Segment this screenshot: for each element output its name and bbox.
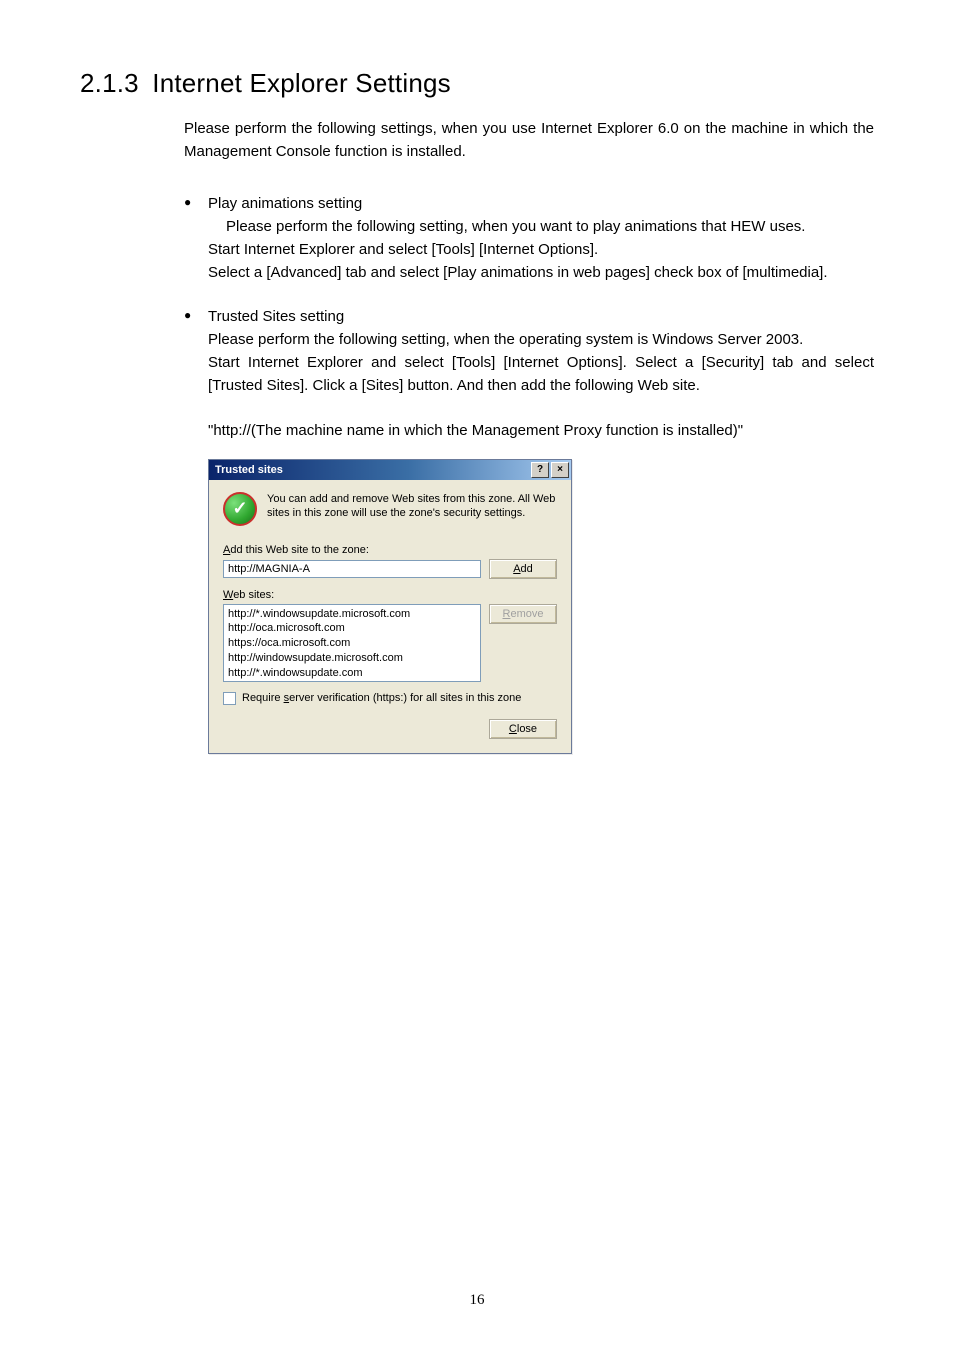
- list-item[interactable]: http://*.windowsupdate.microsoft.com: [228, 607, 476, 622]
- page-number: 16: [0, 1292, 954, 1309]
- remove-button[interactable]: Remove: [489, 604, 557, 624]
- section-number: 2.1.3: [80, 68, 139, 98]
- item-title: Play animations setting: [208, 192, 874, 215]
- trusted-sites-dialog: Trusted sites ? × ✓ You can add and remo…: [208, 459, 572, 754]
- list-item[interactable]: http://*.windowsupdate.com: [228, 666, 476, 681]
- item-title: Trusted Sites setting: [208, 305, 874, 328]
- list-item[interactable]: http://oca.microsoft.com: [228, 621, 476, 636]
- help-icon: ?: [537, 465, 543, 475]
- bullet-play-animations: Play animations setting Please perform t…: [184, 192, 874, 285]
- intro-paragraph: Please perform the following settings, w…: [80, 117, 874, 164]
- web-sites-label: Web sites:: [223, 589, 557, 601]
- close-button[interactable]: ×: [551, 462, 569, 478]
- trusted-zone-icon: ✓: [223, 492, 257, 526]
- close-icon: ×: [557, 465, 563, 475]
- add-site-label: Add this Web site to the zone:: [223, 544, 557, 556]
- bullet-trusted-sites: Trusted Sites setting Please perform the…: [184, 305, 874, 398]
- dialog-title: Trusted sites: [215, 464, 529, 476]
- require-https-checkbox[interactable]: [223, 692, 236, 705]
- list-item[interactable]: http://windowsupdate.microsoft.com: [228, 651, 476, 666]
- list-item[interactable]: https://oca.microsoft.com: [228, 636, 476, 651]
- item-line: Start Internet Explorer and select [Tool…: [208, 238, 874, 261]
- dialog-titlebar[interactable]: Trusted sites ? ×: [209, 460, 571, 480]
- item-line: Please perform the following setting, wh…: [208, 215, 874, 238]
- item-line: Please perform the following setting, wh…: [208, 328, 874, 351]
- dialog-description: You can add and remove Web sites from th…: [267, 492, 557, 522]
- web-sites-listbox[interactable]: http://*.windowsupdate.microsoft.com htt…: [223, 604, 481, 682]
- item-line: Select a [Advanced] tab and select [Play…: [208, 261, 874, 284]
- add-button[interactable]: Add: [489, 559, 557, 579]
- add-site-input[interactable]: [223, 560, 481, 578]
- example-url: "http://(The machine name in which the M…: [80, 422, 874, 439]
- section-title: Internet Explorer Settings: [152, 68, 451, 98]
- require-https-label: Require server verification (https:) for…: [242, 692, 521, 704]
- section-heading: 2.1.3 Internet Explorer Settings: [80, 68, 874, 99]
- item-line: Start Internet Explorer and select [Tool…: [208, 351, 874, 398]
- help-button[interactable]: ?: [531, 462, 549, 478]
- close-dialog-button[interactable]: Close: [489, 719, 557, 739]
